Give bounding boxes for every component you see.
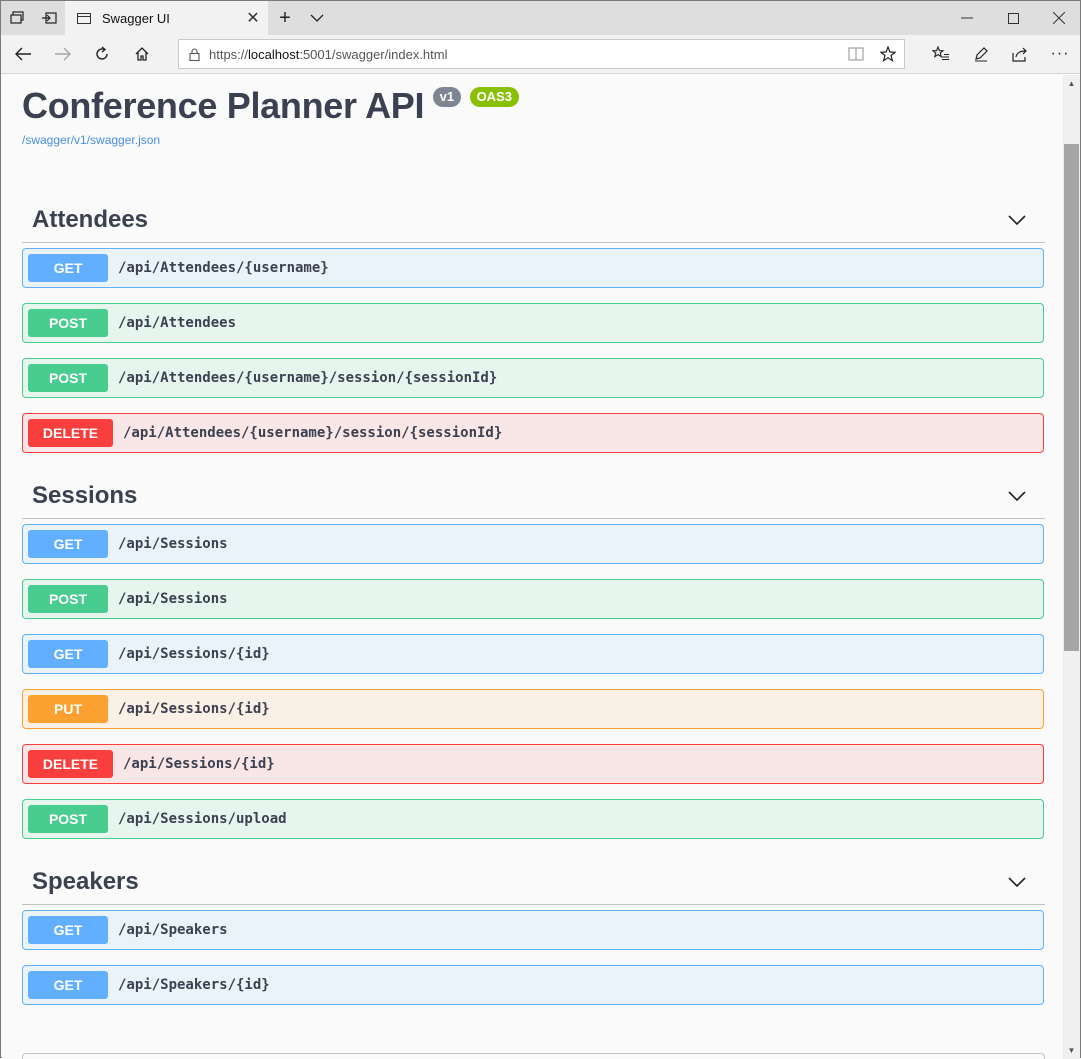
operation-list: GET /api/Sessions POST /api/Sessions GET… bbox=[22, 519, 1045, 839]
method-badge: PUT bbox=[28, 695, 108, 723]
scroll-up-arrow-icon[interactable]: ▲ bbox=[1063, 75, 1080, 92]
operation-get-sessions[interactable]: GET /api/Sessions bbox=[22, 524, 1044, 564]
lock-icon[interactable] bbox=[179, 47, 209, 61]
operation-list: GET /api/Speakers GET /api/Speakers/{id} bbox=[22, 905, 1045, 1005]
operation-get-speakers[interactable]: GET /api/Speakers bbox=[22, 910, 1044, 950]
tab-title: Swagger UI bbox=[102, 10, 170, 26]
reading-view-icon[interactable] bbox=[840, 47, 872, 61]
method-badge: GET bbox=[28, 254, 108, 282]
set-aside-tabs-icon[interactable] bbox=[33, 1, 65, 35]
close-tab-icon[interactable]: ✕ bbox=[238, 1, 268, 35]
scroll-thumb[interactable] bbox=[1064, 144, 1079, 651]
navigation-bar: https://localhost:5001/swagger/index.htm… bbox=[1, 35, 1080, 74]
vertical-scrollbar[interactable]: ▲ ▼ bbox=[1063, 75, 1080, 1059]
method-badge: GET bbox=[28, 640, 108, 668]
more-options-icon[interactable]: ··· bbox=[1040, 35, 1080, 73]
operation-delete-attendee-session[interactable]: DELETE /api/Attendees/{username}/session… bbox=[22, 413, 1044, 453]
operation-path: /api/Attendees/{username}/session/{sessi… bbox=[118, 370, 498, 386]
operation-list: GET /api/Attendees/{username} POST /api/… bbox=[22, 243, 1045, 453]
operation-post-sessions-upload[interactable]: POST /api/Sessions/upload bbox=[22, 799, 1044, 839]
tag-header[interactable]: Speakers bbox=[22, 859, 1045, 905]
chevron-down-icon[interactable] bbox=[997, 862, 1037, 902]
operation-get-speaker-by-id[interactable]: GET /api/Speakers/{id} bbox=[22, 965, 1044, 1005]
operation-put-session[interactable]: PUT /api/Sessions/{id} bbox=[22, 689, 1044, 729]
models-section-edge bbox=[22, 1053, 1045, 1059]
tag-name: Attendees bbox=[32, 205, 149, 233]
tag-section-attendees: Attendees GET /api/Attendees/{username} … bbox=[22, 197, 1045, 453]
oas-badge: OAS3 bbox=[469, 87, 519, 107]
operation-post-attendee-session[interactable]: POST /api/Attendees/{username}/session/{… bbox=[22, 358, 1044, 398]
browser-window: Swagger UI ✕ + https://localhost:5001/sw… bbox=[0, 0, 1081, 1059]
tag-name: Sessions bbox=[32, 481, 138, 509]
tag-header[interactable]: Attendees bbox=[22, 197, 1045, 243]
refresh-icon[interactable] bbox=[82, 35, 122, 73]
tab-bar: Swagger UI ✕ + bbox=[1, 1, 1080, 35]
method-badge: POST bbox=[28, 585, 108, 613]
url-text[interactable]: https://localhost:5001/swagger/index.htm… bbox=[209, 47, 840, 62]
operation-path: /api/Attendees/{username} bbox=[118, 260, 329, 276]
operation-path: /api/Attendees bbox=[118, 315, 237, 331]
operation-post-sessions[interactable]: POST /api/Sessions bbox=[22, 579, 1044, 619]
url-scheme: https:// bbox=[209, 46, 249, 62]
operation-path: /api/Sessions bbox=[118, 536, 228, 552]
tab-manager-icon[interactable] bbox=[1, 1, 33, 35]
swagger-page: Conference Planner API v1 OAS3 /swagger/… bbox=[2, 75, 1063, 1059]
operation-path: /api/Sessions/{id} bbox=[123, 756, 275, 772]
api-title: Conference Planner API bbox=[22, 85, 425, 126]
tag-section-sessions: Sessions GET /api/Sessions POST /api/Ses… bbox=[22, 473, 1045, 839]
address-bar[interactable]: https://localhost:5001/swagger/index.htm… bbox=[178, 39, 905, 69]
home-icon[interactable] bbox=[122, 35, 162, 73]
url-path: :5001/swagger/index.html bbox=[299, 46, 448, 62]
forward-icon[interactable] bbox=[43, 35, 83, 73]
method-badge: POST bbox=[28, 364, 108, 392]
close-window-icon[interactable] bbox=[1036, 1, 1081, 35]
operation-post-attendees[interactable]: POST /api/Attendees bbox=[22, 303, 1044, 343]
operation-path: /api/Speakers bbox=[118, 922, 228, 938]
operation-get-attendee[interactable]: GET /api/Attendees/{username} bbox=[22, 248, 1044, 288]
version-badge: v1 bbox=[432, 87, 462, 107]
operation-path: /api/Attendees/{username}/session/{sessi… bbox=[123, 425, 503, 441]
maximize-icon[interactable] bbox=[990, 1, 1036, 35]
tab-swagger-ui[interactable]: Swagger UI ✕ bbox=[65, 1, 268, 35]
method-badge: GET bbox=[28, 971, 108, 999]
method-badge: GET bbox=[28, 916, 108, 944]
operation-delete-session[interactable]: DELETE /api/Sessions/{id} bbox=[22, 744, 1044, 784]
chevron-down-icon[interactable] bbox=[997, 200, 1037, 240]
new-tab-icon[interactable]: + bbox=[269, 1, 301, 35]
operation-get-session-by-id[interactable]: GET /api/Sessions/{id} bbox=[22, 634, 1044, 674]
operation-path: /api/Sessions bbox=[118, 591, 228, 607]
tab-list-chevron-icon[interactable] bbox=[301, 1, 333, 35]
operation-path: /api/Sessions/{id} bbox=[118, 701, 270, 717]
tag-header[interactable]: Sessions bbox=[22, 473, 1045, 519]
api-info: Conference Planner API v1 OAS3 /swagger/… bbox=[22, 85, 519, 147]
method-badge: DELETE bbox=[28, 750, 113, 778]
method-badge: DELETE bbox=[28, 419, 113, 447]
web-note-pen-icon[interactable] bbox=[961, 35, 1001, 73]
page-icon bbox=[77, 12, 91, 24]
url-host: localhost bbox=[248, 46, 300, 62]
favorites-hub-icon[interactable] bbox=[921, 35, 961, 73]
tag-section-speakers: Speakers GET /api/Speakers GET /api/Spea… bbox=[22, 859, 1045, 1005]
operation-path: /api/Sessions/upload bbox=[118, 811, 287, 827]
favorite-star-icon[interactable] bbox=[872, 46, 904, 62]
operation-path: /api/Speakers/{id} bbox=[118, 977, 270, 993]
minimize-icon[interactable] bbox=[944, 1, 990, 35]
scroll-down-arrow-icon[interactable]: ▼ bbox=[1063, 1042, 1080, 1059]
share-icon[interactable] bbox=[1000, 35, 1040, 73]
back-icon[interactable] bbox=[3, 35, 43, 73]
method-badge: POST bbox=[28, 805, 108, 833]
chevron-down-icon[interactable] bbox=[997, 476, 1037, 516]
spec-json-link[interactable]: /swagger/v1/swagger.json bbox=[22, 133, 519, 147]
tag-name: Speakers bbox=[32, 867, 139, 895]
method-badge: POST bbox=[28, 309, 108, 337]
method-badge: GET bbox=[28, 530, 108, 558]
operation-path: /api/Sessions/{id} bbox=[118, 646, 270, 662]
